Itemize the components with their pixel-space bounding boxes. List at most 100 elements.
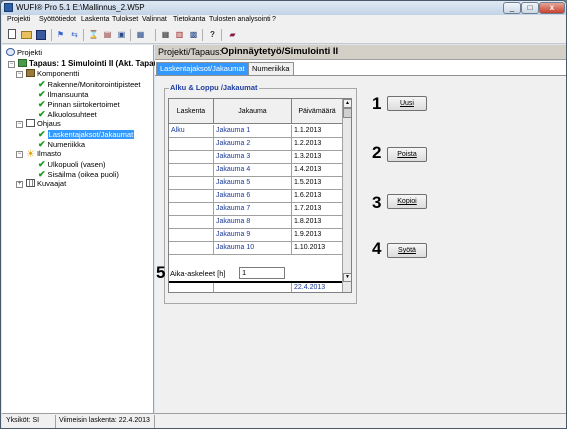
input-button[interactable]: Syötä [387, 243, 427, 258]
cell-jakauma[interactable]: Jakauma 9 [214, 229, 292, 241]
column-header-jakauma[interactable]: Jakauma [214, 99, 292, 124]
collapse-icon[interactable]: − [16, 151, 23, 158]
timestep-input[interactable]: 1 [239, 267, 285, 279]
table-row[interactable]: Jakauma 8 1.8.2013 [169, 216, 342, 229]
tree-item-ulkopuoli[interactable]: ✔ Ulkopuoli (vasen) [38, 159, 106, 169]
cell-laskenta[interactable] [169, 190, 214, 202]
tree-item-ohjaus[interactable]: Ohjaus [26, 119, 61, 129]
cell-laskenta[interactable] [169, 203, 214, 215]
cell-jakauma[interactable]: Jakauma 2 [214, 138, 292, 150]
grid-scrollbar[interactable]: ▲ ▼ [342, 99, 351, 292]
minimize-button[interactable]: _ [503, 2, 521, 14]
menu-tietokanta[interactable]: Tietokanta [173, 16, 205, 23]
cell-laskenta[interactable] [169, 138, 214, 150]
table-row[interactable]: Jakauma 4 1.4.2013 [169, 164, 342, 177]
cell-laskenta[interactable] [169, 229, 214, 241]
cell-paivamaara[interactable]: 1.7.2013 [292, 203, 342, 215]
table-row[interactable]: Jakauma 2 1.2.2013 [169, 138, 342, 151]
cell-paivamaara[interactable]: 1.3.2013 [292, 151, 342, 163]
report-icon[interactable]: ▥ [174, 29, 185, 40]
tree-item-case[interactable]: Tapaus: 1 Simulointi II (Akt. Tapau [18, 59, 159, 69]
cell-laskenta[interactable] [169, 177, 214, 189]
cell-laskenta[interactable] [169, 216, 214, 228]
menu-help[interactable]: ? [272, 16, 276, 23]
tree-item-numeriikka[interactable]: ✔ Numeriikka [38, 139, 85, 149]
footer-date[interactable]: 22.4.2013 [292, 283, 342, 292]
cell-paivamaara[interactable]: 1.8.2013 [292, 216, 342, 228]
collapse-icon[interactable]: − [8, 61, 15, 68]
scroll-thumb[interactable] [343, 108, 351, 118]
delete-button[interactable]: Poista [387, 147, 427, 162]
expand-icon[interactable]: + [16, 181, 23, 188]
cell-jakauma[interactable]: Jakauma 7 [214, 203, 292, 215]
cell-jakauma[interactable]: Jakauma 8 [214, 216, 292, 228]
table-row[interactable]: Jakauma 6 1.6.2013 [169, 190, 342, 203]
film-icon[interactable]: ▣ [116, 29, 127, 40]
table-row[interactable]: Jakauma 7 1.7.2013 [169, 203, 342, 216]
cell-paivamaara[interactable]: 1.10.2013 [292, 242, 342, 254]
menu-tulokset[interactable]: Tulokset [112, 16, 138, 23]
cell-jakauma[interactable]: Jakauma 6 [214, 190, 292, 202]
cell-laskenta[interactable] [169, 242, 214, 254]
new-button[interactable]: Uusi [387, 96, 427, 111]
table-row[interactable]: Alku Jakauma 1 1.1.2013 [169, 125, 342, 138]
cell-jakauma[interactable]: Jakauma 5 [214, 177, 292, 189]
help-icon[interactable]: ? [207, 29, 218, 40]
cell-paivamaara[interactable]: 1.6.2013 [292, 190, 342, 202]
cell-jakauma[interactable]: Jakauma 4 [214, 164, 292, 176]
table-row[interactable]: Jakauma 5 1.5.2013 [169, 177, 342, 190]
tree-item-ilmansuunta[interactable]: ✔ Ilmansuunta [38, 89, 88, 99]
tree-item-ilmasto[interactable]: ☀ Ilmasto [26, 149, 61, 160]
table-icon[interactable]: ▦ [135, 29, 146, 40]
menu-tulosten-analysointi[interactable]: Tulosten analysointi [209, 16, 271, 23]
scroll-up-icon[interactable]: ▲ [343, 99, 351, 108]
menu-syottotiedot[interactable]: Syöttötiedot [39, 16, 76, 23]
cell-paivamaara[interactable]: 1.9.2013 [292, 229, 342, 241]
cell-laskenta[interactable] [169, 151, 214, 163]
table-row[interactable]: Jakauma 10 1.10.2013 [169, 242, 342, 255]
tree-item-projekti[interactable]: Projekti [6, 48, 42, 58]
cell-paivamaara[interactable]: 1.4.2013 [292, 164, 342, 176]
tree-item-komponentti[interactable]: Komponentti [26, 69, 79, 79]
toolbar: ⚑ ⇆ ⌛ ▤ ▣ ▦ ▦ ▥ ▩ ? ▰ [2, 26, 566, 44]
close-button[interactable]: x [539, 2, 565, 14]
tree-item-laskentajaksot[interactable]: ✔ Laskentajaksot/Jakaumat [38, 129, 135, 139]
menu-valinnat[interactable]: Valinnat [142, 16, 167, 23]
cell-laskenta[interactable] [169, 164, 214, 176]
calculate-icon[interactable]: ⌛ [88, 29, 99, 40]
cell-jakauma[interactable]: Jakauma 10 [214, 242, 292, 254]
tree-item-rakenne[interactable]: ✔ Rakenne/Monitorointipisteet [38, 79, 141, 89]
tree-item-alkuolosuhteet[interactable]: ✔ Alkuolosuhteet [38, 109, 97, 119]
results-icon[interactable]: ▤ [102, 29, 113, 40]
tab-laskentajaksot[interactable]: Laskentajaksot/Jakaumat [156, 62, 249, 75]
new-file-icon[interactable] [8, 29, 16, 39]
monitor-icon[interactable]: ▩ [188, 29, 199, 40]
cell-laskenta[interactable]: Alku [169, 125, 214, 137]
tree-item-pinnan-siirtokertoimet[interactable]: ✔ Pinnan siirtokertoimet [38, 99, 120, 109]
table-row[interactable]: Jakauma 3 1.3.2013 [169, 151, 342, 164]
menu-laskenta[interactable]: Laskenta [81, 16, 109, 23]
collapse-icon[interactable]: − [16, 121, 23, 128]
exit-icon[interactable]: ▰ [227, 29, 238, 40]
save-icon[interactable] [36, 30, 46, 40]
tree-item-kuvaajat[interactable]: Kuvaajat [26, 179, 66, 189]
cell-jakauma[interactable]: Jakauma 1 [214, 125, 292, 137]
menu-projekti[interactable]: Projekti [7, 16, 30, 23]
chart-icon[interactable]: ▦ [160, 29, 171, 40]
tree-item-sisailma[interactable]: ✔ Sisäilma (oikea puoli) [38, 169, 119, 179]
component-icon[interactable]: ⚑ [55, 29, 66, 40]
maximize-button[interactable]: □ [521, 2, 539, 14]
copy-button[interactable]: Kopioi [387, 194, 427, 209]
assign-icon[interactable]: ⇆ [69, 29, 80, 40]
tab-numeriikka[interactable]: Numeriikka [248, 62, 294, 75]
cell-paivamaara[interactable]: 1.1.2013 [292, 125, 342, 137]
cell-paivamaara[interactable]: 1.5.2013 [292, 177, 342, 189]
open-folder-icon[interactable] [21, 31, 32, 39]
column-header-paivamaara[interactable]: Päivämäärä [292, 99, 342, 124]
collapse-icon[interactable]: − [16, 71, 23, 78]
cell-jakauma[interactable]: Jakauma 3 [214, 151, 292, 163]
table-row[interactable]: Jakauma 9 1.9.2013 [169, 229, 342, 242]
column-header-laskenta[interactable]: Laskenta [169, 99, 214, 124]
cell-paivamaara[interactable]: 1.2.2013 [292, 138, 342, 150]
scroll-down-icon[interactable]: ▼ [343, 273, 351, 282]
